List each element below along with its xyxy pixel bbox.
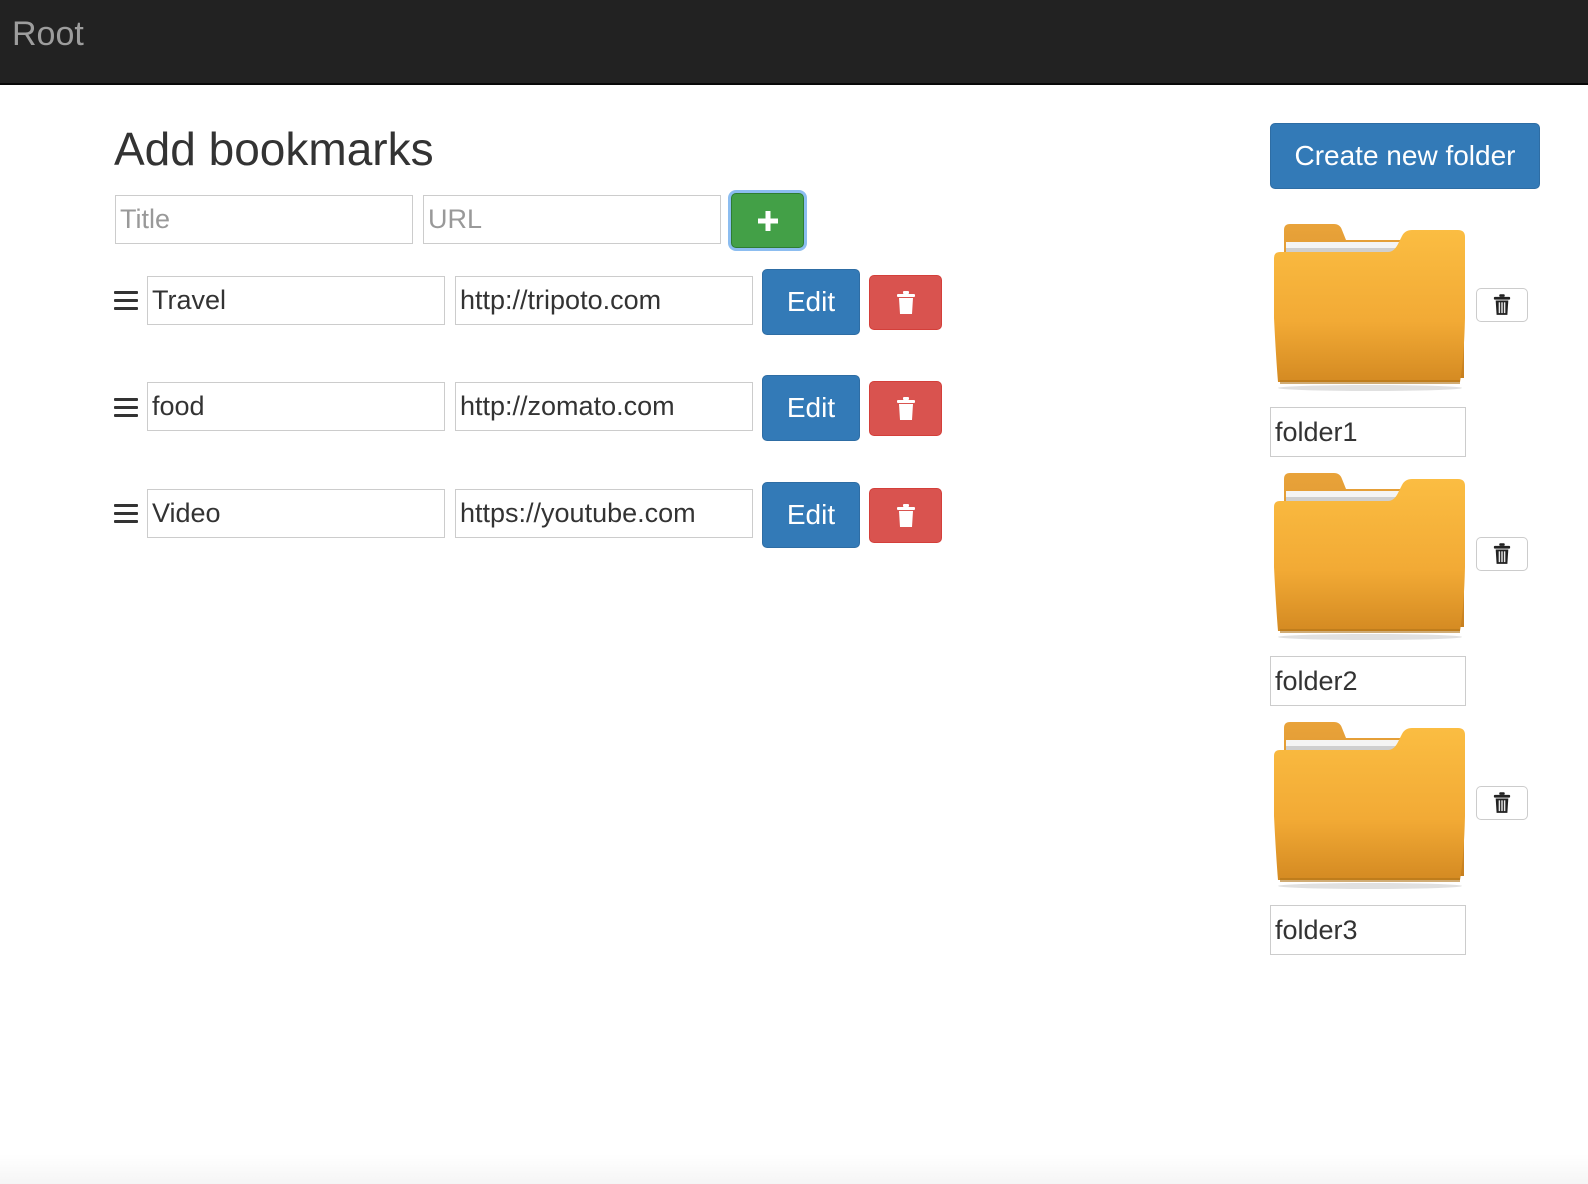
folder-name-field[interactable] xyxy=(1270,407,1466,457)
folder-name-field[interactable] xyxy=(1270,905,1466,955)
delete-folder-button[interactable] xyxy=(1476,288,1528,322)
drag-handle-icon[interactable] xyxy=(114,504,138,526)
create-folder-button[interactable]: Create new folder xyxy=(1270,123,1540,189)
top-navbar: Root xyxy=(0,0,1588,85)
bookmark-url-field[interactable] xyxy=(455,276,753,325)
folder-icon[interactable] xyxy=(1272,716,1468,890)
delete-bookmark-button[interactable] xyxy=(869,275,942,330)
folder-icon[interactable] xyxy=(1272,218,1468,392)
bookmark-url-field[interactable] xyxy=(455,489,753,538)
trash-icon xyxy=(896,504,916,528)
navbar-brand[interactable]: Root xyxy=(12,14,84,54)
delete-folder-button[interactable] xyxy=(1476,786,1528,820)
trash-icon xyxy=(896,291,916,315)
edit-button[interactable]: Edit xyxy=(762,482,860,548)
folder-icon[interactable] xyxy=(1272,467,1468,641)
add-bookmark-button[interactable] xyxy=(731,193,804,248)
new-title-input[interactable] xyxy=(115,195,413,244)
trash-icon xyxy=(896,397,916,421)
drag-handle-icon[interactable] xyxy=(114,291,138,313)
trash-icon xyxy=(1493,294,1511,316)
drag-handle-icon[interactable] xyxy=(114,398,138,420)
folder-name-field[interactable] xyxy=(1270,656,1466,706)
edit-button[interactable]: Edit xyxy=(762,269,860,335)
new-url-input[interactable] xyxy=(423,195,721,244)
bottom-shadow xyxy=(0,1154,1588,1184)
bookmark-url-field[interactable] xyxy=(455,382,753,431)
delete-folder-button[interactable] xyxy=(1476,537,1528,571)
edit-button[interactable]: Edit xyxy=(762,375,860,441)
bookmark-title-field[interactable] xyxy=(147,382,445,431)
bookmark-title-field[interactable] xyxy=(147,276,445,325)
trash-icon xyxy=(1493,792,1511,814)
delete-bookmark-button[interactable] xyxy=(869,381,942,436)
delete-bookmark-button[interactable] xyxy=(869,488,942,543)
bookmark-title-field[interactable] xyxy=(147,489,445,538)
trash-icon xyxy=(1493,543,1511,565)
plus-icon xyxy=(757,210,778,231)
page-title: Add bookmarks xyxy=(114,123,434,175)
